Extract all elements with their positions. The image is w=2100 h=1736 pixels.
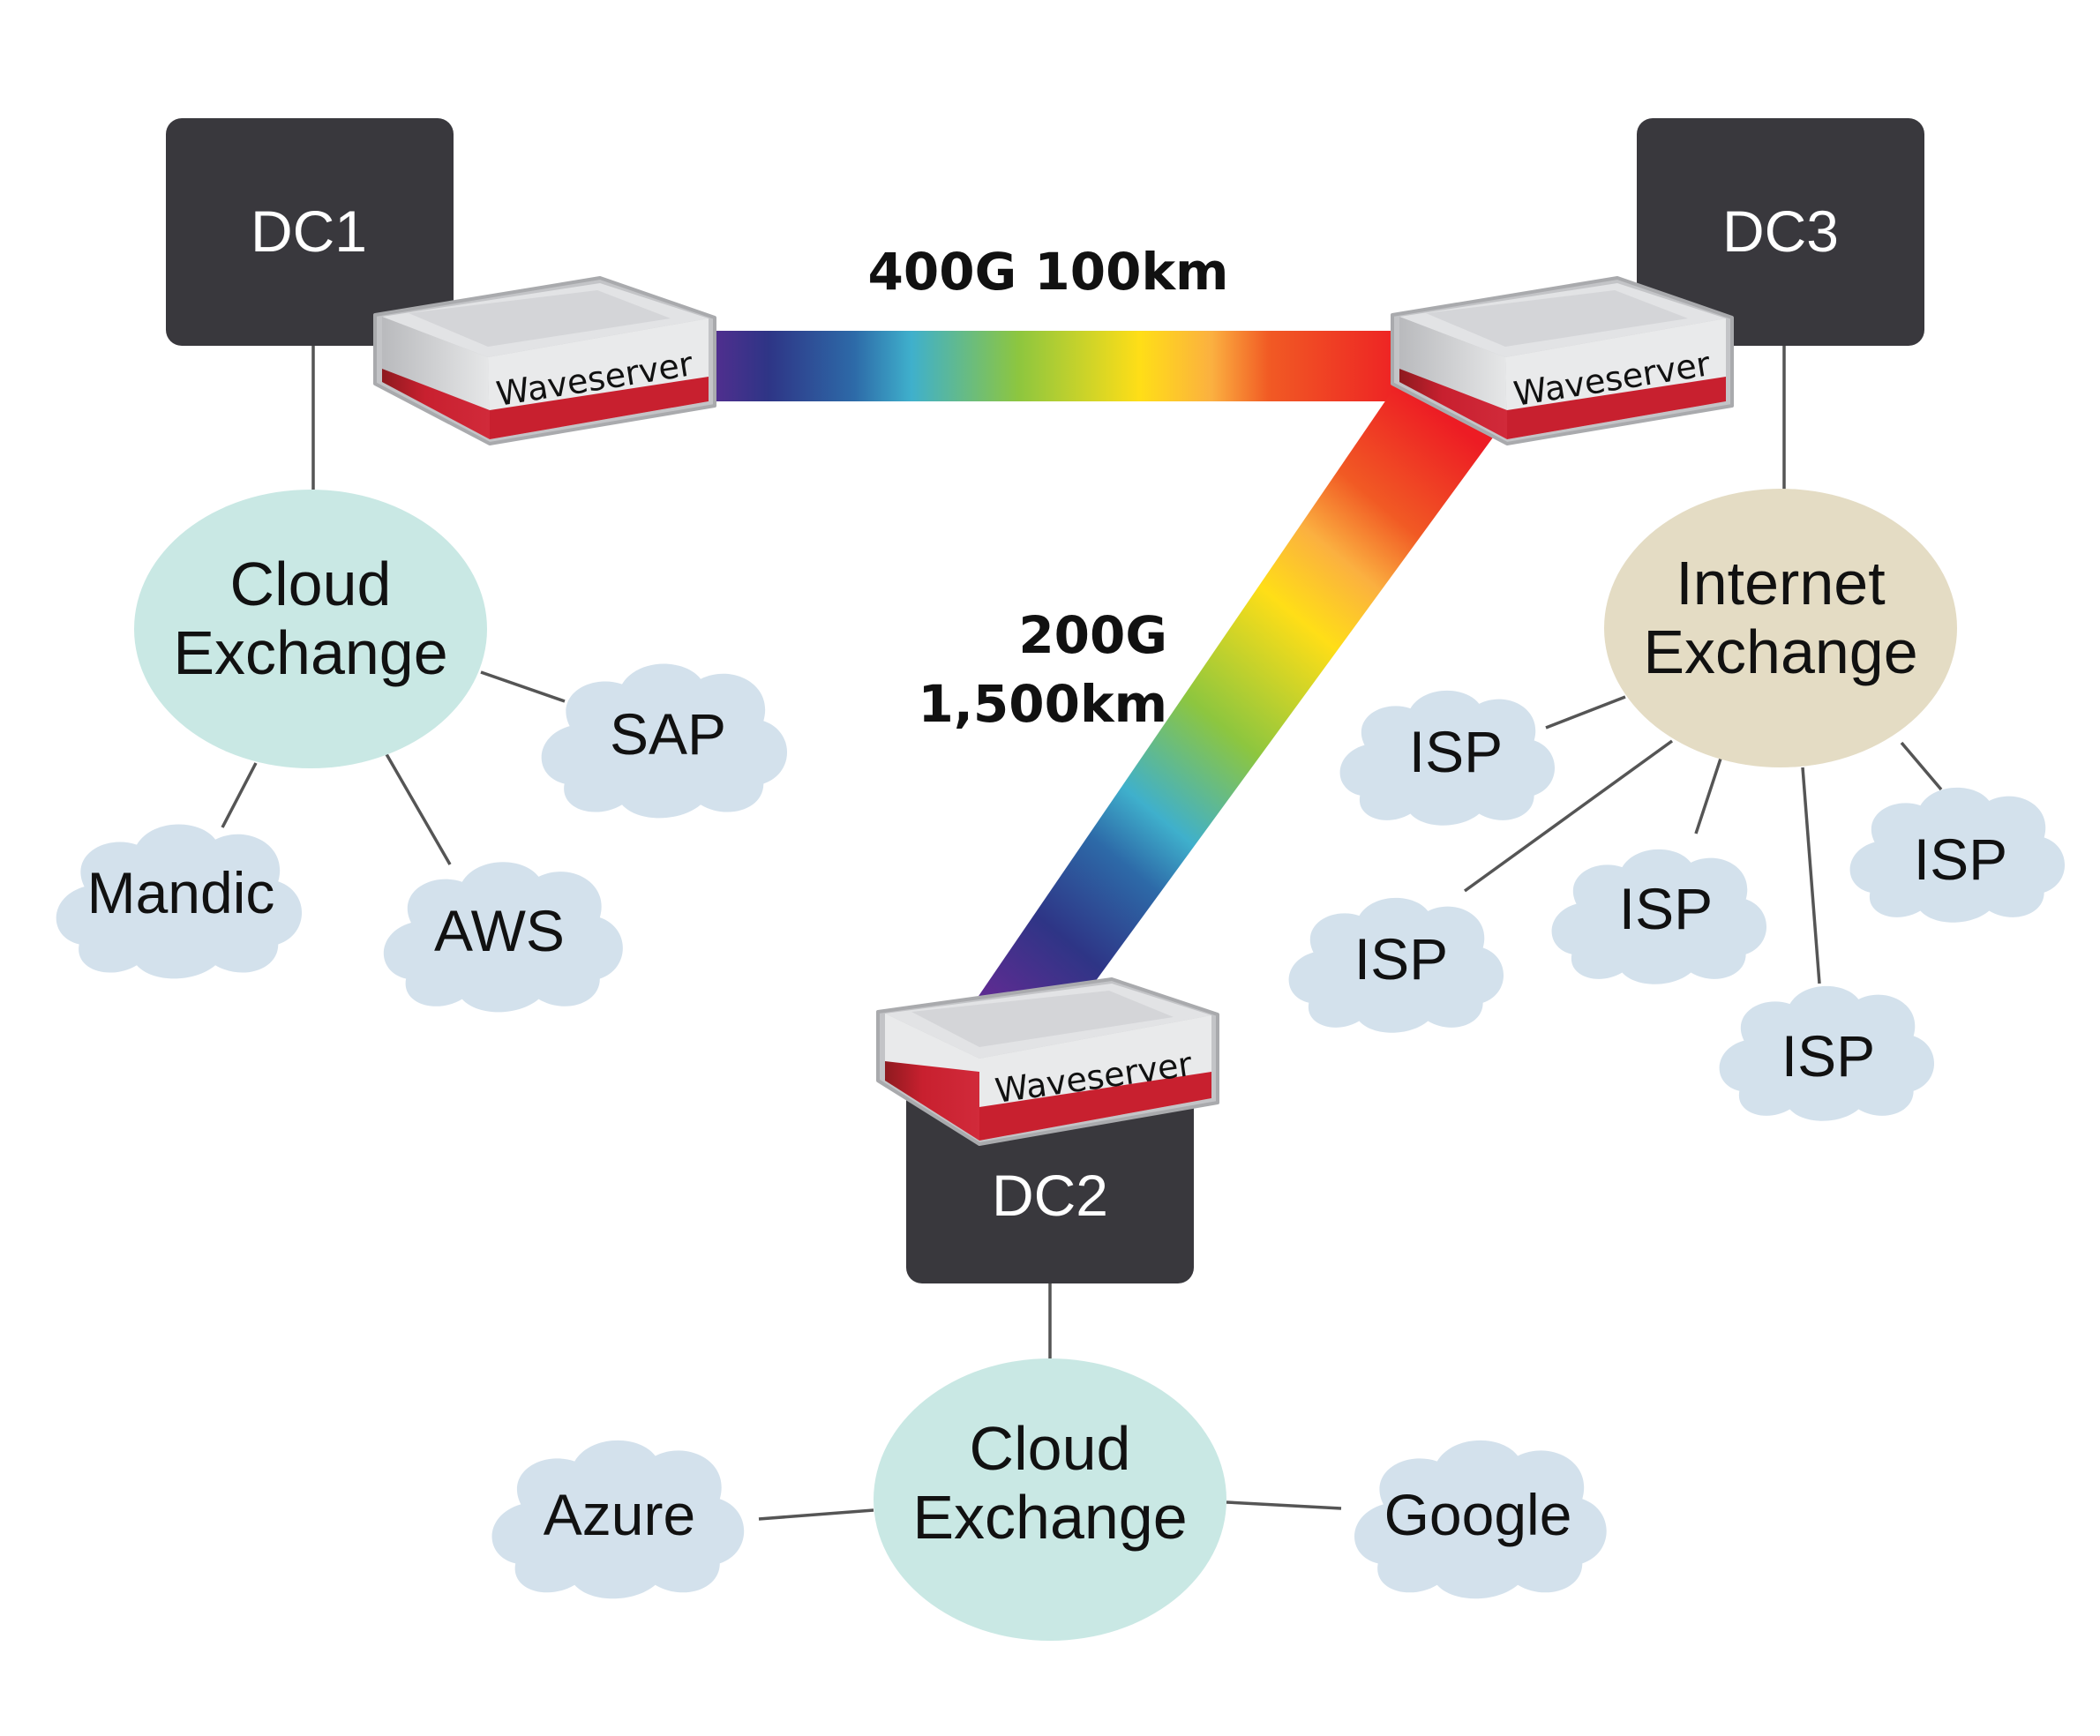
connector-ix3-isp4	[1801, 767, 1821, 984]
exchange-label-line2: Exchange	[1643, 617, 1917, 686]
exchange-cloud-dc1[interactable]: Cloud Exchange	[134, 490, 487, 768]
cloud-label: Google	[1384, 1482, 1572, 1547]
connector-cx1-sap	[480, 670, 566, 703]
exchange-label-line1: Internet	[1676, 549, 1885, 617]
connector-ix3-isp5	[1900, 741, 1943, 791]
link-label-dc3-dc2-capacity: 200G	[1018, 605, 1167, 665]
dc2-label: DC2	[992, 1163, 1108, 1228]
network-diagram: DC1 DC3 DC2 Waveserver Waveserver Wavese…	[56, 118, 2066, 1641]
connector-cx1-mandic	[221, 762, 258, 828]
cloud-label: Mandic	[87, 860, 275, 925]
cloud-isp-4[interactable]: ISP	[1719, 985, 1935, 1121]
exchange-label-line2: Exchange	[912, 1483, 1187, 1552]
cloud-aws[interactable]: AWS	[383, 862, 623, 1013]
cloud-label: ISP	[1409, 719, 1503, 784]
connector-cx1-aws	[385, 753, 452, 865]
link-label-dc3-dc2-distance: 1,500km	[919, 674, 1167, 734]
dc1-label: DC1	[251, 198, 367, 264]
connector-cx2-google	[1226, 1500, 1342, 1510]
cloud-sap[interactable]: SAP	[541, 663, 788, 819]
cloud-isp-3[interactable]: ISP	[1551, 849, 1767, 984]
link-label-dc1-dc3: 400G 100km	[868, 242, 1229, 302]
connector-ix3-isp3	[1694, 758, 1722, 834]
fiber-link-dc1-dc3	[697, 331, 1412, 401]
exchange-internet-dc3[interactable]: Internet Exchange	[1604, 489, 1957, 767]
cloud-isp-2[interactable]: ISP	[1288, 897, 1504, 1033]
cloud-mandic[interactable]: Mandic	[56, 824, 303, 979]
cloud-label: ISP	[1354, 926, 1448, 991]
cloud-label: SAP	[610, 701, 726, 767]
exchange-label-line2: Exchange	[173, 618, 447, 687]
connector-cx2-azure	[758, 1508, 874, 1521]
cloud-label: Azure	[544, 1482, 695, 1547]
dc3-label: DC3	[1722, 198, 1839, 264]
exchange-label-line1: Cloud	[970, 1414, 1131, 1483]
cloud-isp-1[interactable]: ISP	[1339, 690, 1556, 826]
exchange-cloud-dc2[interactable]: Cloud Exchange	[874, 1358, 1226, 1641]
cloud-isp-5[interactable]: ISP	[1849, 787, 2066, 923]
cloud-label: ISP	[1781, 1023, 1875, 1089]
connector-ix3-isp1	[1545, 695, 1626, 730]
cloud-google[interactable]: Google	[1354, 1440, 1607, 1599]
cloud-label: ISP	[1619, 876, 1713, 941]
cloud-label: ISP	[1914, 827, 2007, 892]
cloud-azure[interactable]: Azure	[491, 1440, 745, 1599]
exchange-label-line1: Cloud	[230, 550, 392, 618]
cloud-label: AWS	[434, 898, 565, 963]
